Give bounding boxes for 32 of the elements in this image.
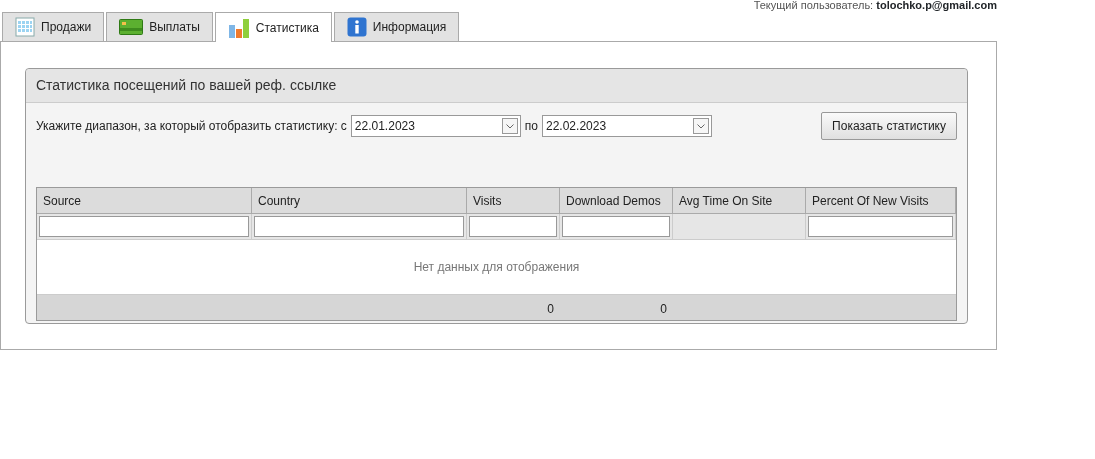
date-field[interactable]: 22.02.2023 (542, 115, 712, 137)
column-header: Download Demos (560, 188, 673, 214)
tab[interactable]: Продажи (2, 12, 105, 41)
credit-card-icon (119, 19, 144, 35)
range-label: Укажите диапазон, за который отобразить статистику: с (36, 118, 347, 135)
user-label: Текущий пользователь: (753, 0, 875, 11)
column-header: Avg Time On Site (673, 188, 806, 214)
calendar-icon (15, 17, 35, 37)
user-email: tolochko.p@gmail.com (876, 0, 997, 11)
column-header: Country (252, 188, 467, 214)
bar-chart-icon (227, 16, 250, 39)
to-label: по (524, 118, 538, 135)
tab[interactable]: Статистика (214, 12, 332, 42)
dropdown-icon (693, 118, 709, 134)
column-header: Visits (467, 188, 560, 214)
show-stats-button[interactable]: Показать статистику (821, 112, 957, 140)
total-value: 0 (547, 302, 554, 316)
tab[interactable]: Информация (333, 12, 460, 41)
column-header: Percent Of New Visits (806, 188, 956, 214)
total-value: 0 (660, 302, 667, 316)
empty-message: Нет данных для отображения (413, 259, 580, 276)
dropdown-icon (501, 118, 518, 134)
filter-field[interactable] (254, 216, 464, 237)
filter-field[interactable] (562, 216, 670, 237)
tab[interactable]: Выплаты (106, 12, 213, 41)
info-icon (346, 17, 367, 37)
date-field[interactable]: 22.01.2023 (350, 115, 521, 137)
column-header: Source (37, 188, 252, 214)
filter-field[interactable] (808, 216, 953, 237)
panel-title: Статистика посещений по вашей реф. ссылке (26, 69, 967, 103)
filter-field[interactable] (469, 216, 557, 237)
filter-field[interactable] (39, 216, 249, 237)
